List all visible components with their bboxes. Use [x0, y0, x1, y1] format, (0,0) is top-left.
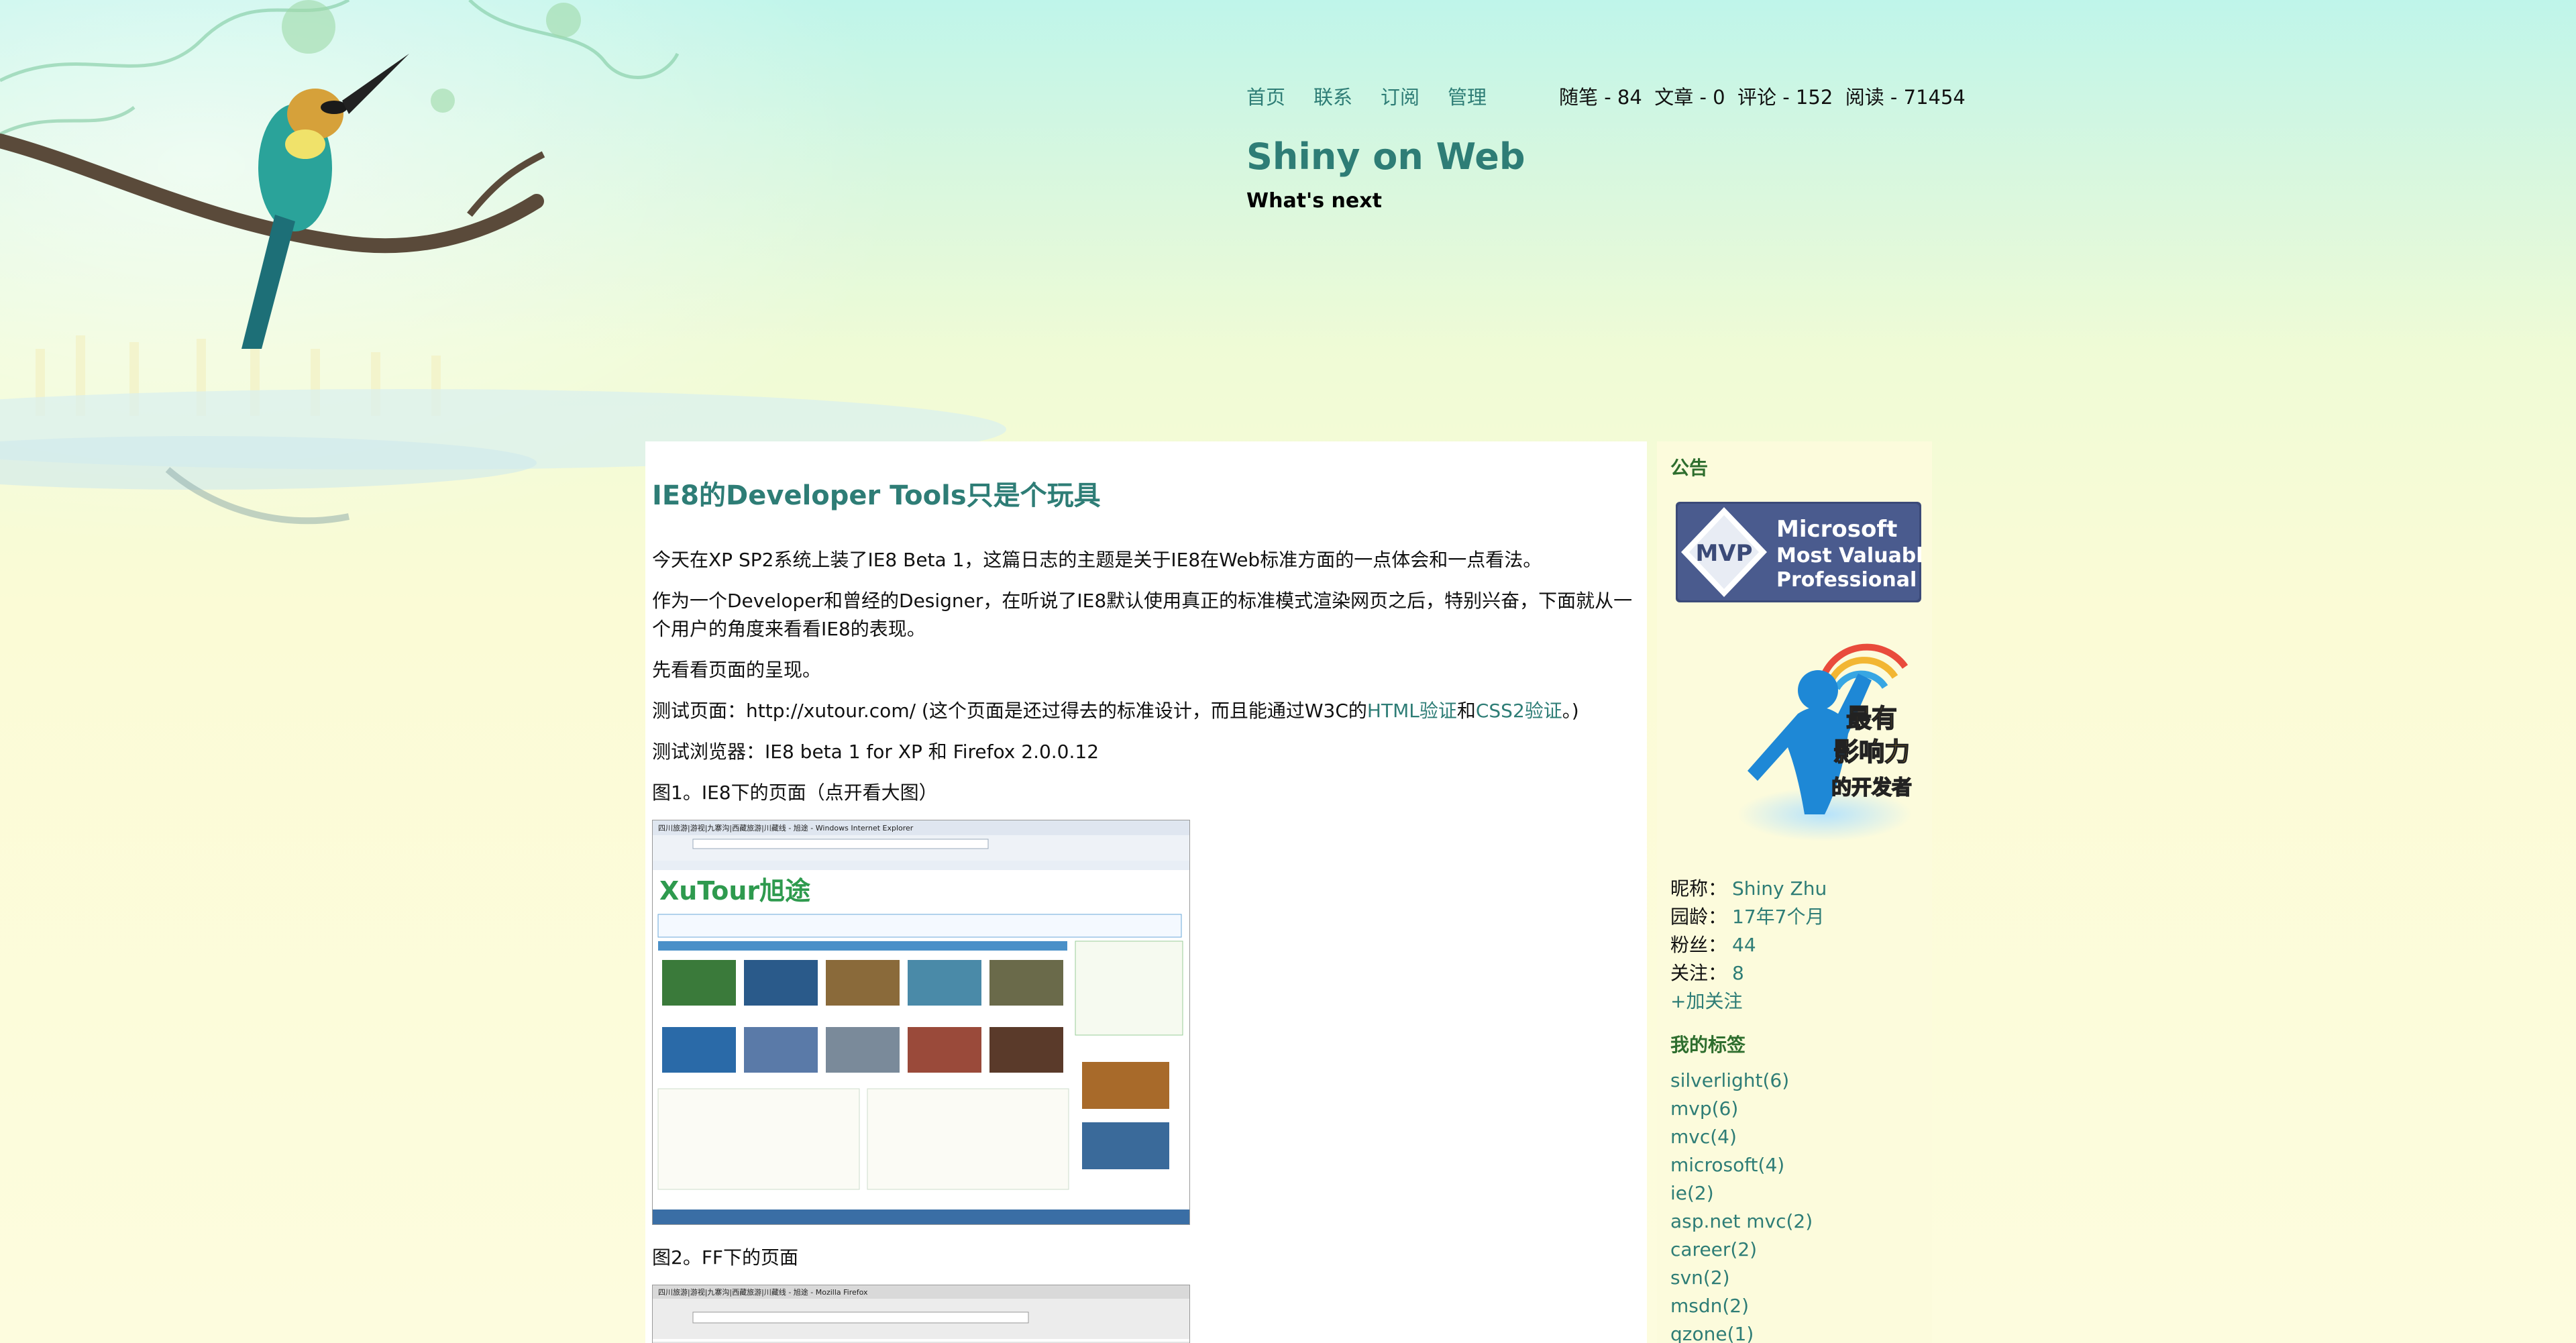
blog-title[interactable]: Shiny on Web: [1246, 136, 1525, 178]
profile-row-nickname: 昵称： Shiny Zhu: [1670, 875, 1920, 903]
post-paragraph-4: 测试页面：http://xutour.com/ (这个页面是还过得去的标准设计，…: [652, 697, 1640, 725]
tag-link[interactable]: mvc(4): [1670, 1123, 1920, 1151]
follow-button[interactable]: +加关注: [1670, 987, 1742, 1016]
test-page-text: 测试页面：http://xutour.com/ (这个页面是还过得去的标准设计，…: [652, 700, 1367, 722]
svg-text:影响力: 影响力: [1833, 737, 1910, 767]
tag-link[interactable]: svn(2): [1670, 1264, 1920, 1292]
profile-row-following: 关注： 8: [1670, 959, 1920, 987]
age-label: 园龄：: [1670, 906, 1727, 928]
profile-info: 昵称： Shiny Zhu 园龄： 17年7个月 粉丝： 44 关注： 8 +加…: [1670, 875, 1920, 1016]
followers-label: 粉丝：: [1670, 934, 1727, 956]
profile-row-age: 园龄： 17年7个月: [1670, 903, 1920, 931]
figure-2-caption: 图2。FF下的页面: [652, 1246, 799, 1269]
tag-link[interactable]: career(2): [1670, 1236, 1920, 1264]
css2-validation-link[interactable]: CSS2验证: [1476, 700, 1562, 722]
nav-admin-link[interactable]: 管理: [1448, 82, 1487, 110]
blog-subtitle: What's next: [1246, 189, 1382, 213]
followers-link[interactable]: 44: [1732, 931, 1756, 959]
nickname-label: 昵称：: [1670, 877, 1727, 900]
post-title[interactable]: IE8的Developer Tools只是个玩具: [652, 474, 1640, 513]
age-link[interactable]: 17年7个月: [1732, 903, 1824, 931]
svg-text:的开发者: 的开发者: [1831, 776, 1912, 800]
tag-link[interactable]: ie(2): [1670, 1179, 1920, 1207]
figure-1-caption: 图1。IE8下的页面（点开看大图）: [652, 782, 938, 804]
and-text: 和: [1456, 700, 1476, 722]
firefox-screenshot[interactable]: 四川旅游|游视|九寨沟|西藏旅游|川藏线 - 旭途 - Mozilla Fire…: [652, 1285, 1190, 1343]
paren-close-text: 。): [1562, 700, 1579, 722]
ie8-window-title: 四川旅游|游视|九寨沟|西藏旅游|川藏线 - 旭途 - Windows Inte…: [658, 823, 914, 832]
svg-text:最有: 最有: [1846, 704, 1897, 733]
blog-stats: 随笔 - 84 文章 - 0 评论 - 152 阅读 - 71454: [1559, 86, 1966, 109]
post-paragraph-1: 今天在XP SP2系统上装了IE8 Beta 1，这篇日志的主题是关于IE8在W…: [652, 549, 1542, 571]
tag-list: silverlight(6) mvp(6) mvc(4) microsoft(4…: [1670, 1067, 1920, 1343]
following-link[interactable]: 8: [1732, 959, 1744, 987]
tag-link[interactable]: microsoft(4): [1670, 1151, 1920, 1179]
site-logo: XuTour旭途: [659, 876, 810, 906]
following-label: 关注：: [1670, 962, 1727, 984]
ff-window-title: 四川旅游|游视|九寨沟|西藏旅游|川藏线 - 旭途 - Mozilla Fire…: [658, 1287, 868, 1297]
mvp-badge-image[interactable]: MVP Microsoft Most Valuable Professional: [1676, 502, 1921, 602]
mvp-line3: Professional: [1776, 568, 1917, 592]
post-paragraph-2: 作为一个Developer和曾经的Designer，在听说了IE8默认使用真正的…: [652, 590, 1633, 640]
notice-heading: 公告: [1670, 457, 1709, 479]
tag-link[interactable]: msdn(2): [1670, 1292, 1920, 1320]
nickname-link[interactable]: Shiny Zhu: [1732, 875, 1827, 903]
tag-link[interactable]: mvp(6): [1670, 1095, 1920, 1123]
top-navigation: 首页 联系 订阅 管理: [1246, 82, 1487, 110]
profile-row-followers: 粉丝： 44: [1670, 931, 1920, 959]
ie8-screenshot[interactable]: 四川旅游|游视|九寨沟|西藏旅游|川藏线 - 旭途 - Windows Inte…: [652, 820, 1190, 1225]
html-validation-link[interactable]: HTML验证: [1367, 700, 1457, 722]
mvp-line2: Most Valuable: [1776, 544, 1921, 568]
nav-contact-link[interactable]: 联系: [1313, 82, 1352, 110]
post-paragraph-3: 先看看页面的呈现。: [652, 659, 822, 681]
post-paragraph-5: 测试浏览器：IE8 beta 1 for XP 和 Firefox 2.0.0.…: [652, 741, 1099, 763]
nav-home-link[interactable]: 首页: [1246, 82, 1285, 110]
tag-link[interactable]: qzone(1): [1670, 1320, 1920, 1343]
tag-link[interactable]: silverlight(6): [1670, 1067, 1920, 1095]
mvp-line1: Microsoft: [1776, 516, 1897, 543]
sidebar: 公告 MVP Microsoft Most Valuable Professio…: [1657, 441, 1932, 1343]
tags-heading: 我的标签: [1670, 1034, 1746, 1056]
mvp-badge-text: MVP: [1695, 540, 1752, 567]
tag-link[interactable]: asp.net mvc(2): [1670, 1207, 1920, 1236]
influential-developer-award-image[interactable]: 最有 影响力 的开发者: [1724, 627, 1919, 848]
post-content-area: IE8的Developer Tools只是个玩具 今天在XP SP2系统上装了I…: [645, 441, 1647, 1343]
nav-subscribe-link[interactable]: 订阅: [1381, 82, 1419, 110]
